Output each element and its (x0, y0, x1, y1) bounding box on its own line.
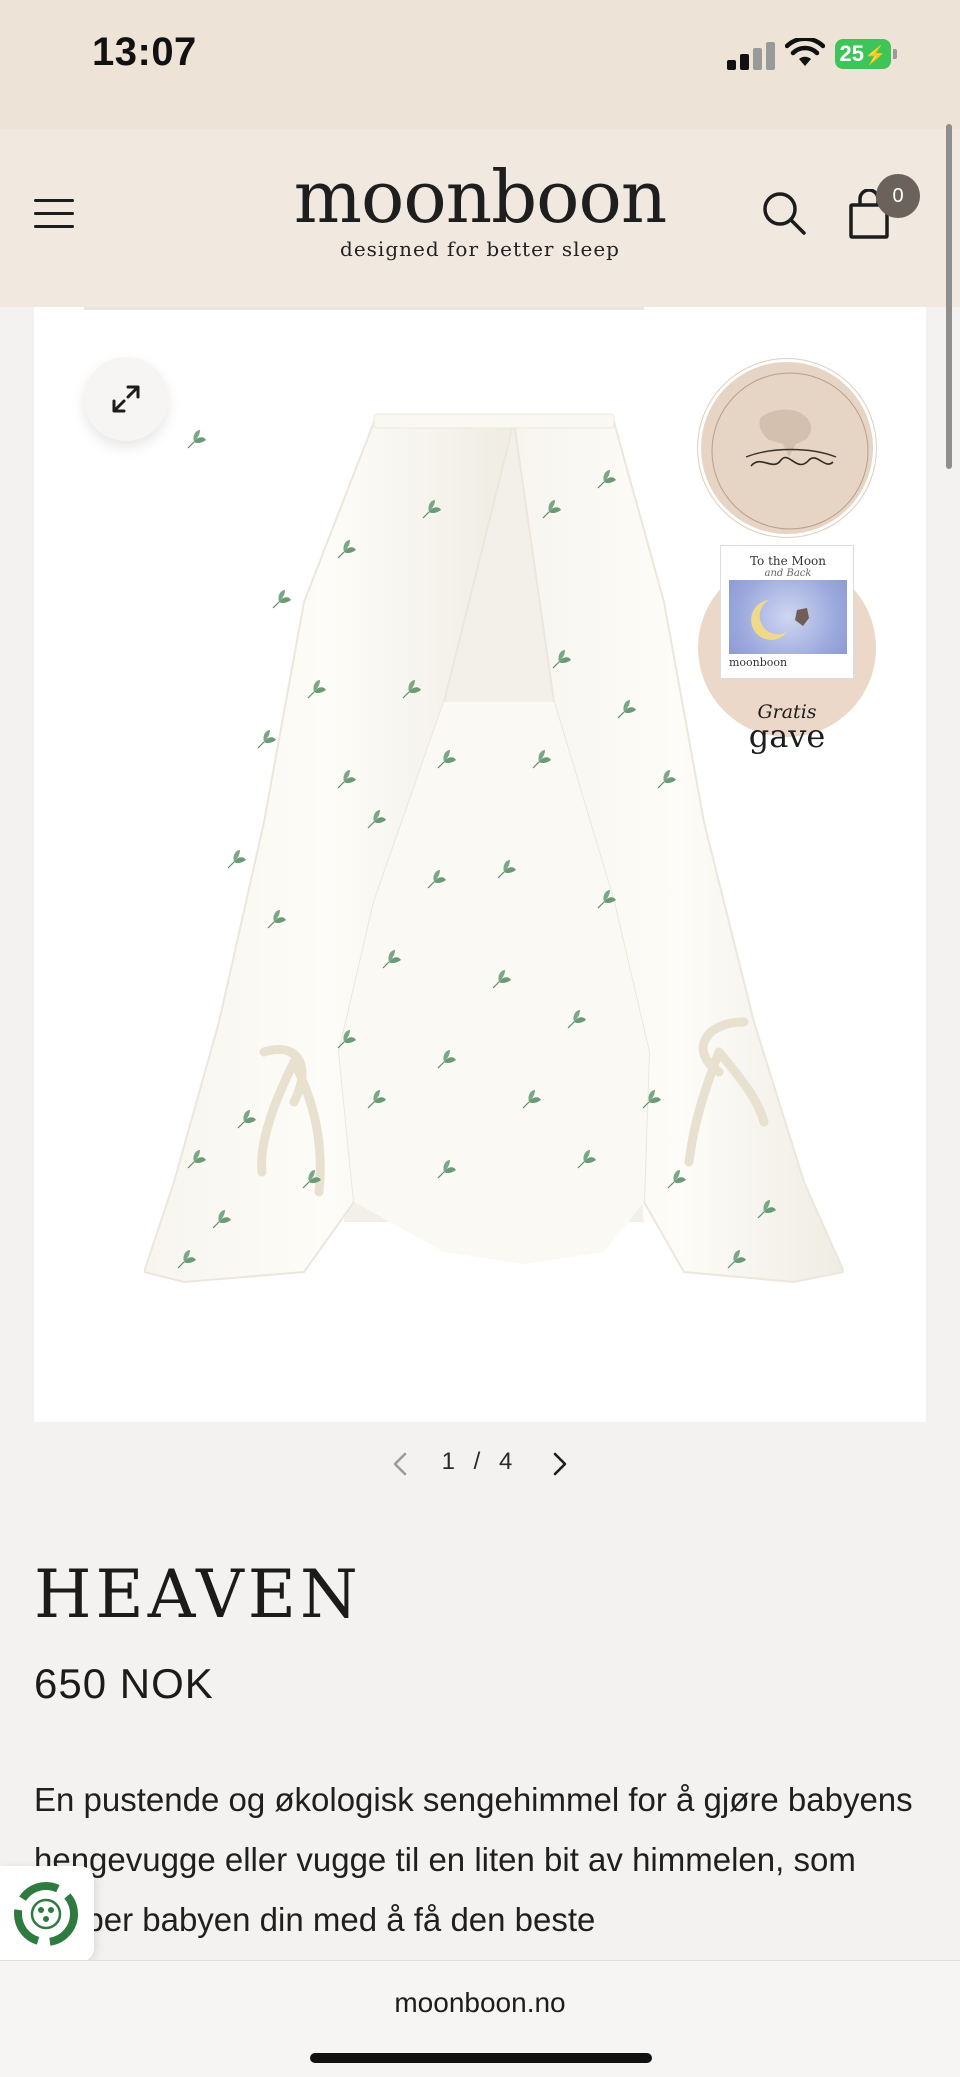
partnership-seal-icon (711, 372, 869, 530)
site-logo[interactable]: moonboon designed for better sleep (0, 157, 960, 261)
home-indicator[interactable] (310, 2053, 652, 2063)
battery-charging-icon: 25⚡ (835, 39, 897, 69)
expand-icon (112, 385, 140, 413)
free-gift-badge[interactable]: To the Moon and Back moonboon Gratis gav… (698, 545, 876, 755)
site-header: moonboon designed for better sleep 0 (0, 129, 960, 307)
product-image-gallery[interactable]: To the Moon and Back moonboon Gratis gav… (34, 307, 926, 1422)
chevron-right-icon[interactable] (548, 1448, 572, 1480)
status-bar: 13:07 25⚡ (0, 0, 960, 129)
product-price: 650 NOK (34, 1660, 214, 1707)
gallery-pagination: 1 / 4 (0, 1444, 960, 1484)
product-description: En pustende og økologisk sengehimmel for… (34, 1781, 913, 1938)
browser-address-bar[interactable]: moonboon.no (0, 1960, 960, 2077)
page-scrollbar[interactable] (946, 124, 952, 469)
gallery-page-indicator: 1 / 4 (441, 1448, 519, 1475)
eco-widget-button[interactable] (0, 1866, 94, 1962)
status-time: 13:07 (92, 30, 197, 74)
url-text[interactable]: moonboon.no (0, 1987, 960, 2019)
battery-level: 25⚡ (835, 39, 891, 69)
gift-book-image: To the Moon and Back moonboon (720, 545, 854, 679)
cart-count-badge[interactable]: 0 (876, 174, 920, 218)
gift-label-gave: gave (748, 717, 826, 755)
moon-illustration-icon (751, 600, 809, 640)
product-title: HEAVEN (34, 1556, 362, 1633)
cellular-signal-icon (727, 42, 777, 70)
wifi-icon (785, 38, 825, 66)
recycle-icon (14, 1882, 78, 1946)
logo-text: moonboon (293, 155, 668, 239)
chevron-left-icon[interactable] (388, 1448, 412, 1480)
search-icon[interactable] (760, 189, 808, 237)
logo-tagline: designed for better sleep (340, 237, 620, 261)
hc-andersen-partnership-badge (698, 359, 876, 537)
